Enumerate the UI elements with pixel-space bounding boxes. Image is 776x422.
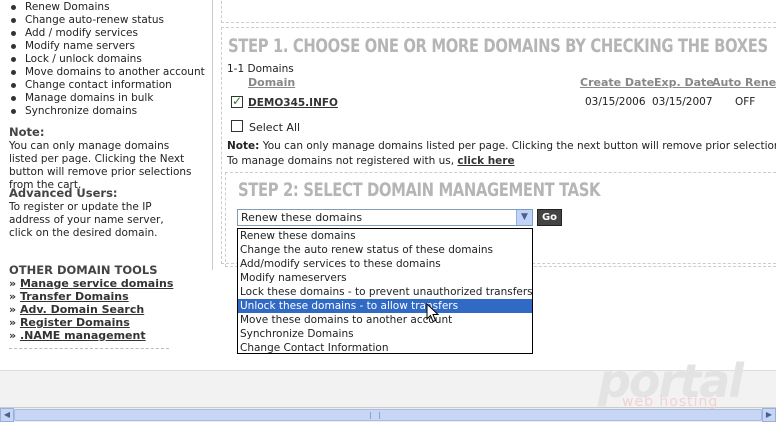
tool-link-item: » Adv. Domain Search: [9, 303, 145, 316]
dropdown-option[interactable]: Move these domains to another account: [238, 313, 532, 327]
dropdown-option[interactable]: Change Contact Information: [238, 341, 532, 355]
scroll-left-icon[interactable]: ◀: [0, 408, 14, 422]
top-box: [221, 0, 776, 23]
tool-link-item: » Transfer Domains: [9, 290, 129, 303]
task-dropdown-list[interactable]: Renew these domains Change the auto rene…: [237, 228, 533, 354]
advanced-users-label: Advanced Users:: [9, 186, 118, 200]
domain-link[interactable]: DEMO345.INFO: [248, 97, 338, 109]
register-domains-link[interactable]: Register Domains: [20, 316, 130, 329]
list-item: Renew Domains: [10, 1, 205, 14]
auto-renew-cell: OFF: [735, 96, 756, 108]
other-tools-heading: OTHER DOMAIN TOOLS: [9, 263, 158, 277]
unregistered-line: To manage domains not registered with us…: [227, 155, 515, 167]
domain-count: 1-1 Domains: [227, 63, 294, 75]
chevron-down-icon[interactable]: ▼: [516, 210, 532, 225]
sidebar: Renew Domains Change auto-renew status A…: [0, 0, 210, 365]
tool-link-item: » Manage service domains: [9, 277, 174, 290]
step1-note: Note: You can only manage domains listed…: [227, 140, 776, 152]
step1-note-text: You can only manage domains listed per p…: [262, 140, 776, 152]
list-item: Change contact information: [10, 79, 205, 92]
tool-link-item: » .NAME management: [9, 329, 146, 342]
list-item: Add / modify services: [10, 27, 205, 40]
step1-title: STEP 1. CHOOSE ONE OR MORE DOMAINS BY CH…: [228, 35, 768, 57]
list-item: Manage domains in bulk: [10, 92, 205, 105]
step1-note-label: Note:: [227, 140, 260, 152]
dropdown-option[interactable]: Lock these domains - to prevent unauthor…: [238, 285, 533, 299]
note-label: Note:: [9, 125, 45, 139]
portal-logo-subtitle: web hosting: [622, 394, 719, 410]
task-select-value: Renew these domains: [241, 211, 363, 224]
select-all-label[interactable]: Select All: [249, 121, 300, 134]
click-here-link[interactable]: click here: [457, 155, 514, 167]
unregistered-text: To manage domains not registered with us…: [227, 155, 455, 167]
col-domain[interactable]: Domain: [248, 76, 295, 89]
go-button[interactable]: Go: [537, 209, 562, 226]
name-management-link[interactable]: .NAME management: [20, 329, 146, 342]
other-tools-list: » Manage service domains » Transfer Doma…: [9, 277, 173, 342]
manage-service-domains-link[interactable]: Manage service domains: [20, 277, 173, 290]
col-create-date[interactable]: Create Date: [580, 76, 654, 89]
dropdown-option[interactable]: Modify nameservers: [238, 271, 532, 285]
col-exp-date[interactable]: Exp. Date: [654, 76, 714, 89]
advanced-users-text: To register or update the IP address of …: [9, 201, 164, 239]
list-item: Synchronize domains: [10, 105, 205, 118]
dropdown-option-highlighted[interactable]: Unlock these domains - to allow transfer…: [238, 299, 532, 313]
list-item: Modify name servers: [10, 40, 205, 53]
task-select[interactable]: Renew these domains ▼: [237, 209, 533, 226]
create-date-cell: 03/15/2006: [585, 96, 646, 108]
dropdown-option[interactable]: Change the auto renew status of these do…: [238, 243, 532, 257]
list-item: Move domains to another account: [10, 66, 205, 79]
divider: [9, 348, 169, 349]
dropdown-option[interactable]: Synchronize Domains: [238, 327, 532, 341]
select-all-checkbox[interactable]: [231, 120, 243, 132]
scroll-right-icon[interactable]: ▶: [762, 408, 776, 422]
note-text: You can only manage domains listed per p…: [9, 140, 192, 191]
col-auto-renew[interactable]: Auto Renew: [712, 76, 776, 89]
domain-checkbox[interactable]: [231, 94, 243, 108]
scrollbar-thumb[interactable]: [14, 409, 762, 421]
mouse-pointer-icon: [426, 303, 439, 323]
dropdown-option[interactable]: Renew these domains: [238, 229, 532, 243]
exp-date-cell: 03/15/2007: [652, 96, 713, 108]
adv-domain-search-link[interactable]: Adv. Domain Search: [20, 303, 144, 316]
domain-actions-list: Renew Domains Change auto-renew status A…: [10, 1, 205, 118]
step2-title: STEP 2: SELECT DOMAIN MANAGEMENT TASK: [238, 179, 601, 201]
tool-link-item: » Register Domains: [9, 316, 130, 329]
list-item: Change auto-renew status: [10, 14, 205, 27]
dropdown-option[interactable]: Add/modify services to these domains: [238, 257, 532, 271]
list-item: Lock / unlock domains: [10, 53, 205, 66]
transfer-domains-link[interactable]: Transfer Domains: [20, 290, 129, 303]
grip-icon: [370, 412, 380, 419]
